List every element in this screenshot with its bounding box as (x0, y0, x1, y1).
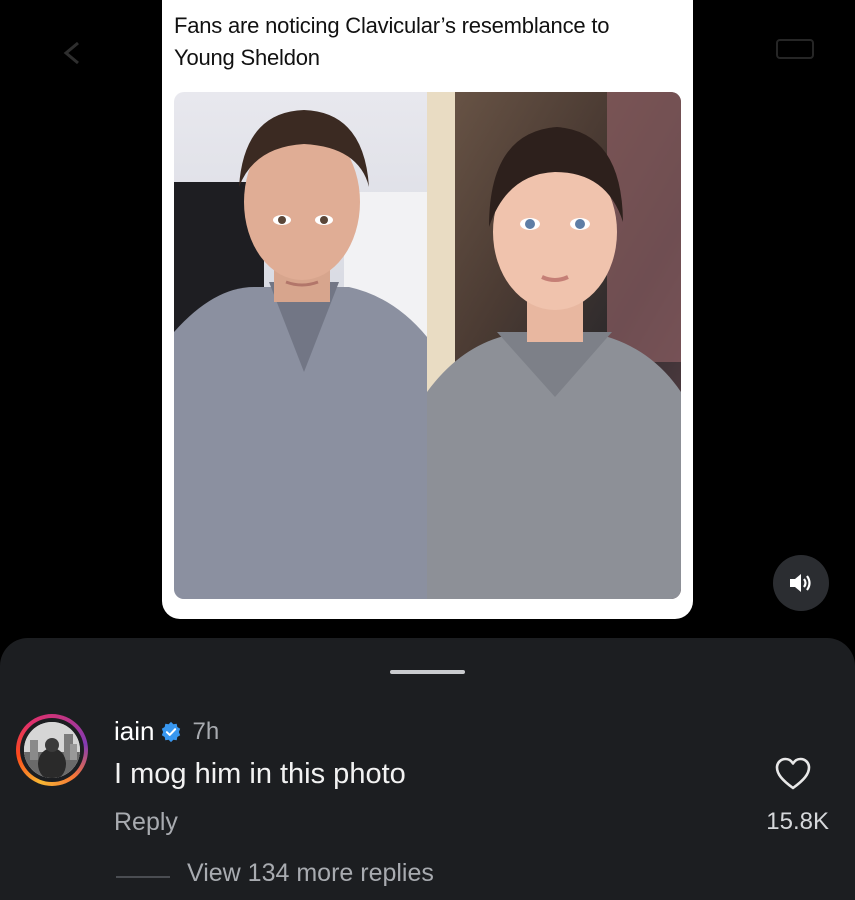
view-more-replies-button[interactable]: View 134 more replies (187, 859, 434, 888)
like-count: 15.8K (766, 808, 829, 835)
comment-header: iain 7h (114, 716, 219, 747)
heart-outline-icon[interactable] (774, 756, 812, 792)
photo-left-man (174, 92, 427, 599)
verified-badge-icon (162, 721, 181, 742)
photo-right-boy (427, 92, 681, 599)
reply-button[interactable]: Reply (114, 808, 178, 837)
sound-toggle-button[interactable] (773, 555, 829, 611)
post-caption: Fans are noticing Clavicular’s resemblan… (174, 13, 610, 70)
avatar[interactable] (24, 722, 80, 778)
story-ring[interactable] (16, 714, 88, 786)
comment-timestamp: 7h (192, 717, 220, 745)
replies-divider (116, 876, 170, 878)
post-photo[interactable] (174, 92, 681, 599)
comment-username[interactable]: iain (114, 716, 154, 747)
post-card: Fans are noticing Clavicular’s resemblan… (162, 0, 693, 619)
sheet-drag-handle[interactable] (390, 670, 465, 674)
more-options-icon[interactable] (775, 36, 815, 62)
comment-text: I mog him in this photo (114, 758, 406, 790)
comments-sheet: iain 7h I mog him in this photo Reply 15… (0, 638, 855, 900)
back-arrow-icon[interactable] (60, 40, 86, 66)
speaker-volume-icon (790, 574, 811, 592)
